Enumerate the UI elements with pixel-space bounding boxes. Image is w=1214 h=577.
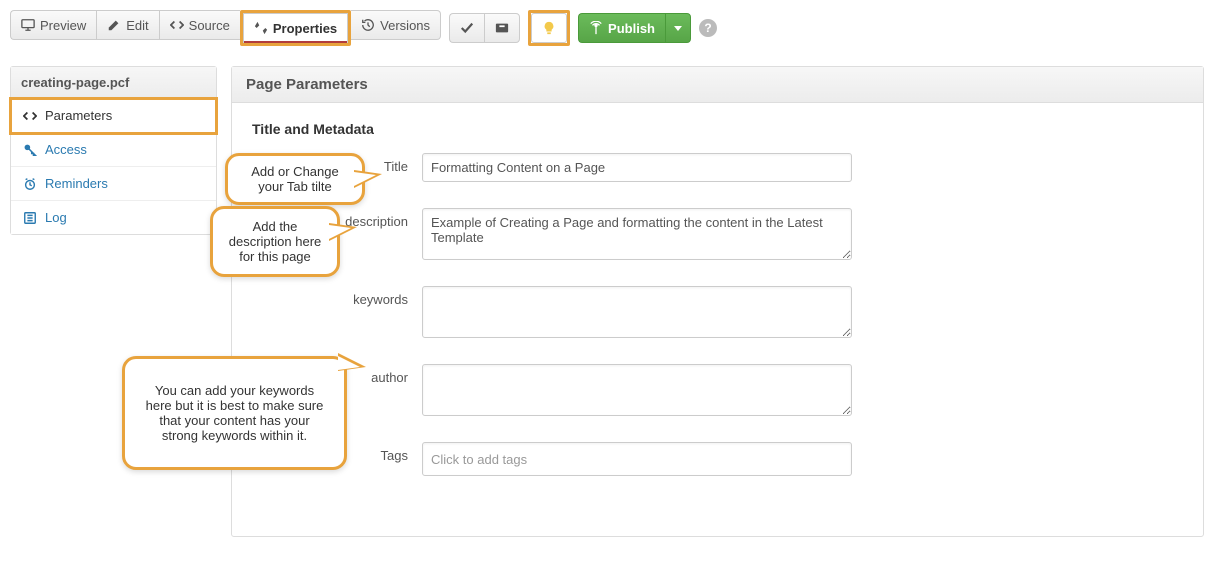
sidebar-item-label: Log bbox=[45, 210, 67, 225]
code-icon bbox=[170, 18, 184, 32]
content-panel: Page Parameters Title and Metadata Title… bbox=[231, 66, 1204, 537]
sidebar-item-label: Parameters bbox=[45, 108, 112, 123]
list-icon bbox=[23, 211, 37, 225]
preview-button[interactable]: Preview bbox=[10, 10, 96, 40]
input-title[interactable] bbox=[422, 153, 852, 182]
view-mode-group: Preview Edit Source Properties bbox=[10, 10, 441, 46]
sidebar: creating-page.pcf Parameters Access Remi… bbox=[10, 66, 217, 235]
history-icon bbox=[361, 18, 375, 32]
source-button[interactable]: Source bbox=[159, 10, 240, 40]
versions-label: Versions bbox=[380, 18, 430, 33]
callout-text: Add or Change your Tab tilte bbox=[251, 164, 338, 194]
callout-keywords: You can add your keywords here but it is… bbox=[122, 356, 347, 470]
sidebar-item-label: Access bbox=[45, 142, 87, 157]
check-icon bbox=[460, 21, 474, 35]
row-description: description bbox=[252, 208, 1183, 260]
content-body: Title and Metadata Title description key… bbox=[232, 103, 1203, 536]
callout-tail-icon bbox=[329, 223, 357, 241]
input-description[interactable] bbox=[422, 208, 852, 260]
row-keywords: keywords bbox=[252, 286, 1183, 338]
sidebar-item-access[interactable]: Access bbox=[11, 133, 216, 167]
callout-description: Add the description here for this page bbox=[210, 206, 340, 277]
preview-label: Preview bbox=[40, 18, 86, 33]
versions-button[interactable]: Versions bbox=[351, 10, 441, 40]
input-tags[interactable]: Click to add tags bbox=[422, 442, 852, 476]
publish-dropdown-button[interactable] bbox=[665, 13, 691, 43]
input-author[interactable] bbox=[422, 364, 852, 416]
edit-label: Edit bbox=[126, 18, 148, 33]
callout-tail-icon bbox=[338, 353, 366, 371]
label-keywords: keywords bbox=[252, 286, 422, 307]
publish-button[interactable]: Publish bbox=[578, 13, 665, 43]
monitor-icon bbox=[21, 18, 35, 32]
pencil-icon bbox=[107, 18, 121, 32]
sidebar-item-reminders[interactable]: Reminders bbox=[11, 167, 216, 201]
sidebar-filename: creating-page.pcf bbox=[11, 67, 216, 99]
row-author: author bbox=[252, 364, 1183, 416]
caret-down-icon bbox=[674, 26, 682, 31]
content-heading: Page Parameters bbox=[232, 67, 1203, 103]
tools-icon bbox=[254, 21, 268, 35]
properties-highlight: Properties bbox=[240, 10, 351, 46]
lightbulb-icon bbox=[542, 21, 556, 35]
section-title: Title and Metadata bbox=[252, 121, 1183, 137]
main-area: creating-page.pcf Parameters Access Remi… bbox=[10, 66, 1204, 567]
lightbulb-button[interactable] bbox=[531, 13, 567, 43]
key-icon bbox=[23, 143, 37, 157]
inbox-icon bbox=[495, 21, 509, 35]
sidebar-item-label: Reminders bbox=[45, 176, 108, 191]
antenna-icon bbox=[589, 21, 603, 35]
source-label: Source bbox=[189, 18, 230, 33]
row-title: Title bbox=[252, 153, 1183, 182]
publish-label: Publish bbox=[608, 21, 655, 36]
sidebar-item-parameters[interactable]: Parameters bbox=[11, 99, 216, 133]
properties-button[interactable]: Properties bbox=[243, 13, 348, 43]
lightbulb-highlight bbox=[528, 10, 570, 46]
callout-title: Add or Change your Tab tilte bbox=[225, 153, 365, 205]
top-toolbar: Preview Edit Source Properties bbox=[10, 10, 1204, 66]
callout-text: Add the description here for this page bbox=[229, 219, 322, 264]
publish-group: Publish bbox=[578, 13, 691, 43]
help-icon[interactable]: ? bbox=[699, 19, 717, 37]
row-tags: Tags Click to add tags bbox=[252, 442, 1183, 476]
input-keywords[interactable] bbox=[422, 286, 852, 338]
archive-button[interactable] bbox=[484, 13, 520, 43]
callout-tail-icon bbox=[354, 170, 382, 188]
sidebar-item-log[interactable]: Log bbox=[11, 201, 216, 234]
edit-button[interactable]: Edit bbox=[96, 10, 158, 40]
callout-text: You can add your keywords here but it is… bbox=[146, 383, 324, 443]
clock-icon bbox=[23, 177, 37, 191]
check-button[interactable] bbox=[449, 13, 484, 43]
properties-label: Properties bbox=[273, 21, 337, 36]
save-group bbox=[449, 13, 520, 43]
code-icon bbox=[23, 109, 37, 123]
